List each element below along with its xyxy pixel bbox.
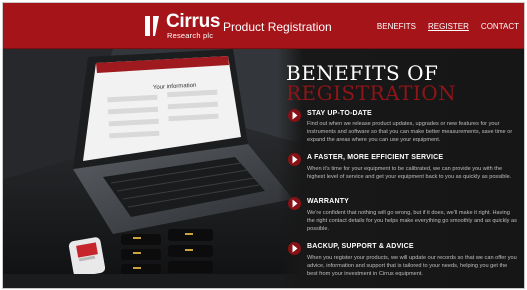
section-heading-line2: REGISTRATION [286,81,457,105]
page-title: Product Registration [223,20,332,34]
hero-image: Your information [3,49,303,288]
nav-register[interactable]: REGISTER [428,22,469,31]
benefit-body: When it's time for your equipment to be … [307,166,512,180]
nav-benefits[interactable]: BENEFITS [377,22,416,31]
site-header: Cirrus Research plc Product Registration… [3,3,524,49]
benefit-body: We're confident that nothing will go wro… [307,210,517,232]
benefit-title: WARRANTY [307,198,350,205]
laptop-case-illustration: Your information [3,49,303,288]
benefit-title: BACKUP, SUPPORT & ADVICE [307,243,414,250]
chevron-down-icon [288,153,301,166]
brand-name: Cirrus [166,11,221,32]
benefit-body: Find out when we release product updates… [307,121,513,143]
top-nav: BENEFITS REGISTER CONTACT [377,22,519,31]
chevron-down-icon [288,242,301,255]
brand-subtitle: Research plc [167,31,214,40]
browser-viewport: Cirrus Research plc Product Registration… [2,2,525,289]
chevron-down-icon [288,197,301,210]
chevron-down-icon [288,109,301,122]
benefit-title: STAY UP-TO-DATE [307,110,372,117]
benefit-title: A FASTER, MORE EFFICIENT SERVICE [307,154,444,161]
benefit-body: When you register your products, we will… [307,255,517,277]
cirrus-logo-icon [145,16,159,36]
nav-contact[interactable]: CONTACT [481,22,519,31]
